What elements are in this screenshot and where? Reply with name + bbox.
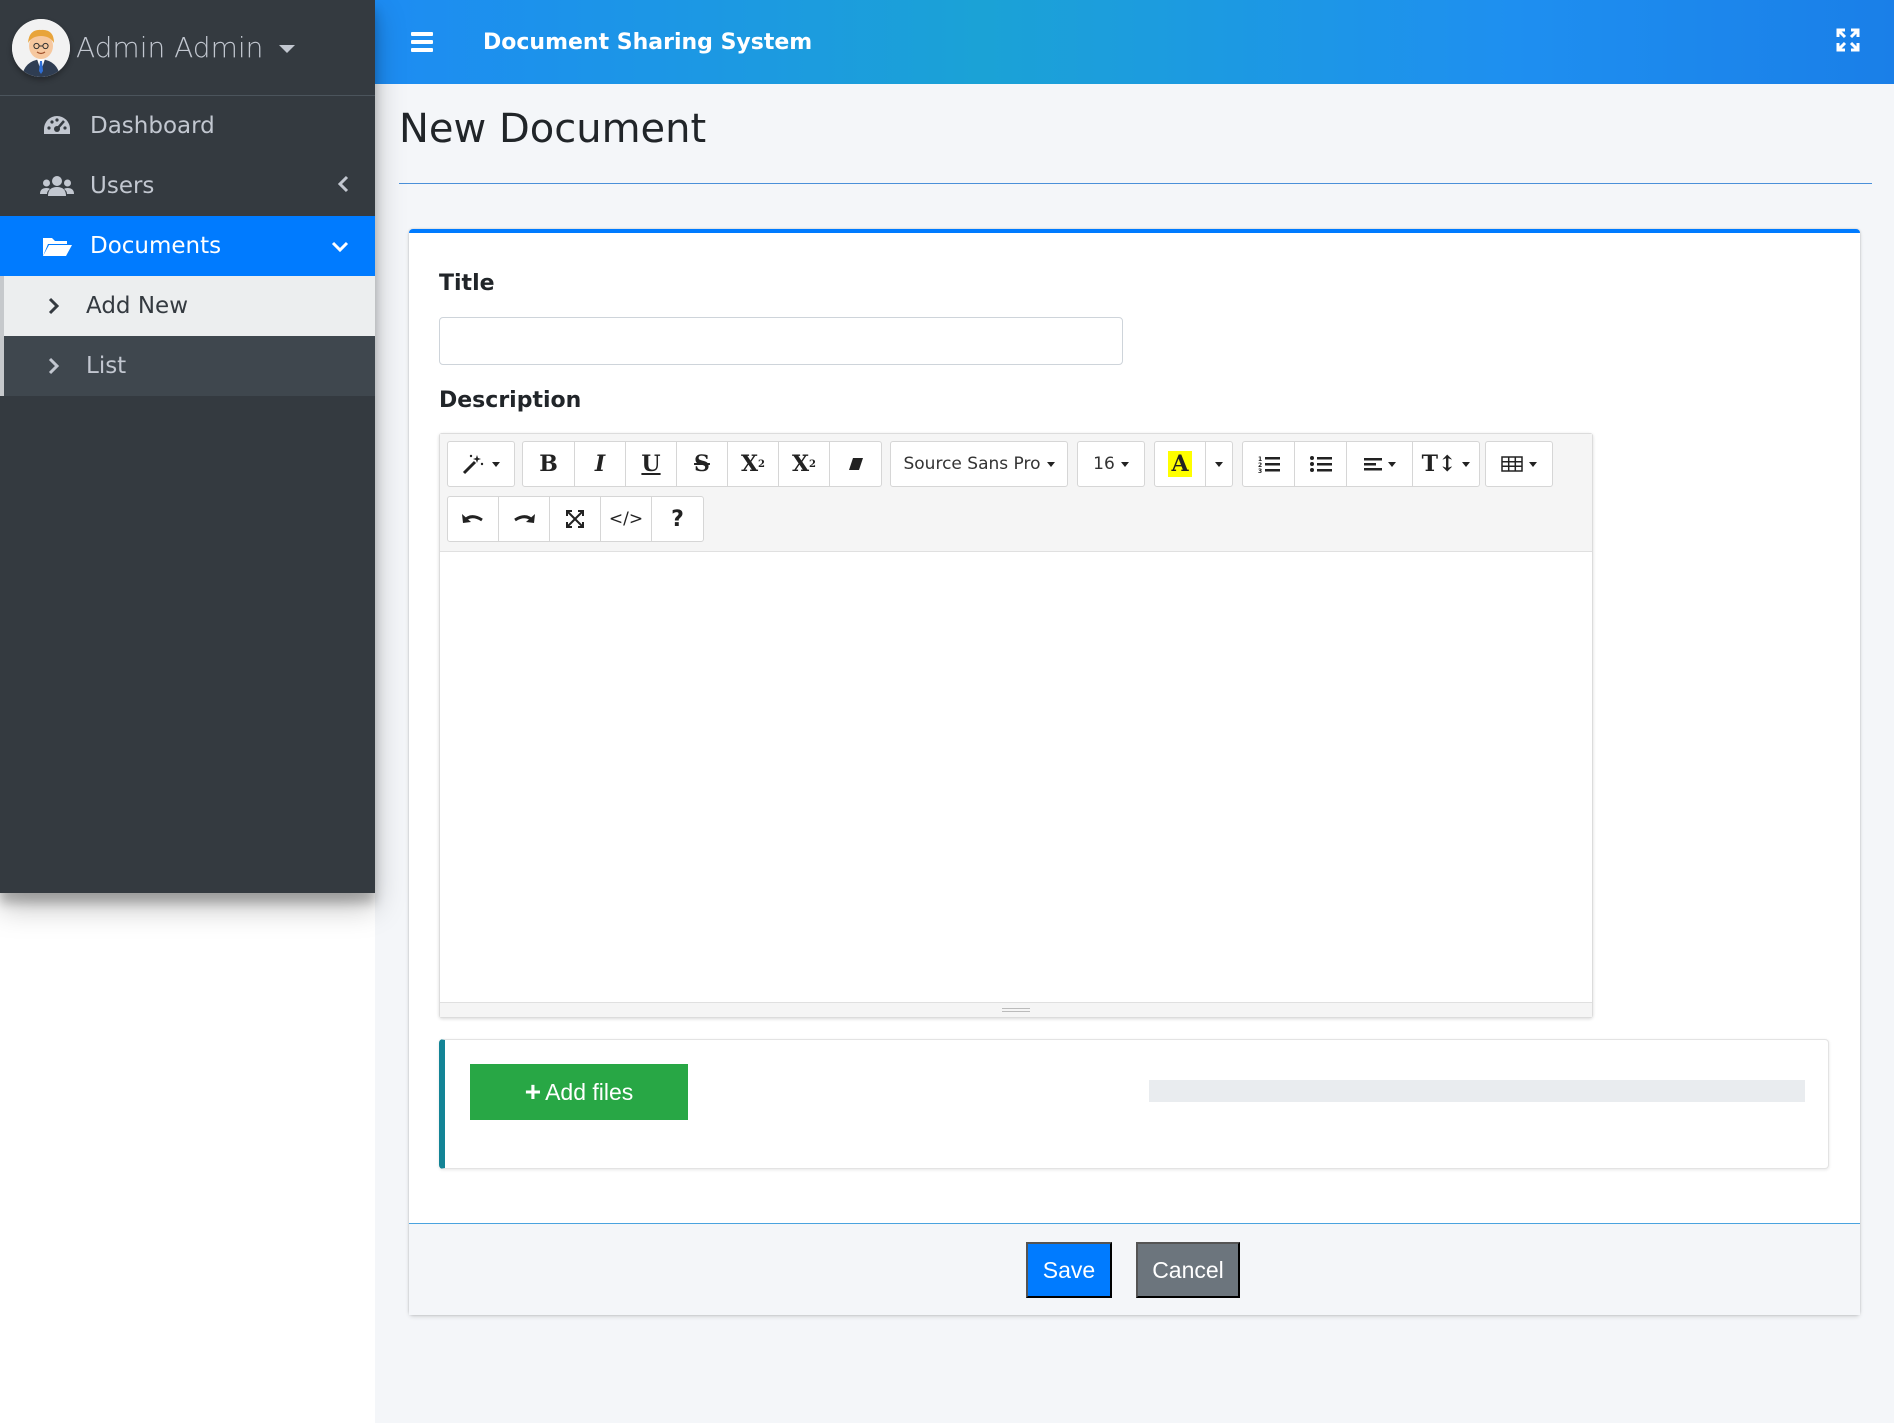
title-divider <box>399 183 1872 184</box>
description-label: Description <box>439 388 582 413</box>
main-content: Document Sharing System New Document Tit… <box>375 0 1894 1423</box>
sidebar-subitem-list[interactable]: List <box>0 336 375 396</box>
help-icon[interactable]: ? <box>652 497 703 541</box>
sidebar-subitem-add-new[interactable]: Add New <box>0 276 375 336</box>
sidebar-item-dashboard[interactable]: Dashboard <box>0 96 375 156</box>
magic-icon[interactable] <box>448 442 514 486</box>
folder-open-icon <box>40 234 74 258</box>
paragraph-group: 1 23 T↕ <box>1242 441 1480 487</box>
chevron-right-icon <box>48 297 64 315</box>
title-input[interactable] <box>439 317 1123 365</box>
font-name-value: Source Sans Pro <box>903 454 1041 474</box>
title-label: Title <box>439 271 495 296</box>
top-navbar: Document Sharing System <box>375 0 1894 84</box>
document-form-card: Title Description B I U S X 2 X 2 Source… <box>409 229 1860 1315</box>
upload-progress-bar <box>1149 1080 1805 1102</box>
app-title[interactable]: Document Sharing System <box>483 30 812 55</box>
color-caret-icon[interactable] <box>1206 442 1232 486</box>
superscript-icon[interactable]: X2 <box>728 442 779 486</box>
font-name-group: Source Sans Pro <box>890 441 1068 487</box>
line-height-icon[interactable]: T↕ <box>1413 442 1479 486</box>
table-group <box>1485 441 1553 487</box>
form-footer: Save Cancel <box>409 1223 1860 1315</box>
code-view-icon[interactable]: </> <box>601 497 652 541</box>
eraser-icon[interactable] <box>830 442 881 486</box>
redo-icon[interactable] <box>499 497 550 541</box>
chevron-right-icon <box>48 357 64 375</box>
sidebar-item-documents[interactable]: Documents <box>0 216 375 276</box>
subscript-icon[interactable]: X2 <box>779 442 830 486</box>
ordered-list-icon[interactable]: 1 23 <box>1243 442 1295 486</box>
tachometer-icon <box>40 114 74 138</box>
cancel-button[interactable]: Cancel <box>1136 1242 1240 1298</box>
sidebar-item-label: Dashboard <box>90 113 215 139</box>
save-button[interactable]: Save <box>1026 1242 1112 1298</box>
sidebar-item-label: Documents <box>90 233 222 259</box>
color-group: A <box>1154 441 1233 487</box>
fullscreen-icon[interactable] <box>550 497 601 541</box>
page-title: New Document <box>399 106 707 152</box>
user-avatar <box>12 18 70 77</box>
sidebar-item-label: Users <box>90 173 155 199</box>
chevron-left-icon <box>337 173 349 199</box>
sidebar-subitem-label: List <box>86 353 127 379</box>
caret-down-icon[interactable] <box>279 44 296 53</box>
underline-icon[interactable]: U <box>626 442 677 486</box>
align-icon[interactable] <box>1347 442 1413 486</box>
fullscreen-expand-icon[interactable] <box>1836 28 1860 56</box>
style-group <box>447 441 515 487</box>
italic-icon[interactable]: I <box>575 442 626 486</box>
user-panel[interactable]: Admin Admin <box>0 0 375 96</box>
sidebar-item-users[interactable]: Users <box>0 156 375 216</box>
user-name[interactable]: Admin Admin <box>76 31 263 64</box>
editor-resize-handle[interactable] <box>440 1002 1592 1017</box>
highlight-color-icon[interactable]: A <box>1155 442 1206 486</box>
font-size-group: 16 <box>1077 441 1145 487</box>
chevron-down-icon <box>331 233 349 259</box>
users-icon <box>40 174 74 198</box>
plus-icon: + <box>524 1076 542 1107</box>
misc-group: </> ? <box>447 496 704 542</box>
add-files-label: Add files <box>545 1078 634 1105</box>
table-icon[interactable] <box>1486 442 1552 486</box>
strikethrough-icon[interactable]: S <box>677 442 728 486</box>
sidebar-nav: Dashboard Users Documents Add New List <box>0 96 375 396</box>
svg-text:3: 3 <box>1258 468 1262 473</box>
font-style-group: B I U S X2 X2 <box>522 441 882 487</box>
undo-icon[interactable] <box>448 497 499 541</box>
editor-toolbar: B I U S X2 X2 Source Sans Pro 16 A 1 2 3… <box>440 434 1592 552</box>
editor-content-area[interactable] <box>440 552 1592 1001</box>
unordered-list-icon[interactable] <box>1295 442 1347 486</box>
sidebar-subitem-label: Add New <box>86 293 189 319</box>
bold-icon[interactable]: B <box>523 442 575 486</box>
font-size-value: 16 <box>1093 454 1115 474</box>
file-upload-panel: + Add files <box>439 1039 1829 1169</box>
font-size-dropdown[interactable]: 16 <box>1078 442 1144 486</box>
resize-grip-icon <box>1002 1008 1030 1012</box>
rich-text-editor: B I U S X2 X2 Source Sans Pro 16 A 1 2 3… <box>439 433 1593 1018</box>
font-name-dropdown[interactable]: Source Sans Pro <box>891 442 1067 486</box>
hamburger-menu-icon[interactable] <box>411 32 433 52</box>
add-files-button[interactable]: + Add files <box>470 1064 688 1120</box>
sidebar: Admin Admin Dashboard Users Documents Ad… <box>0 0 375 893</box>
